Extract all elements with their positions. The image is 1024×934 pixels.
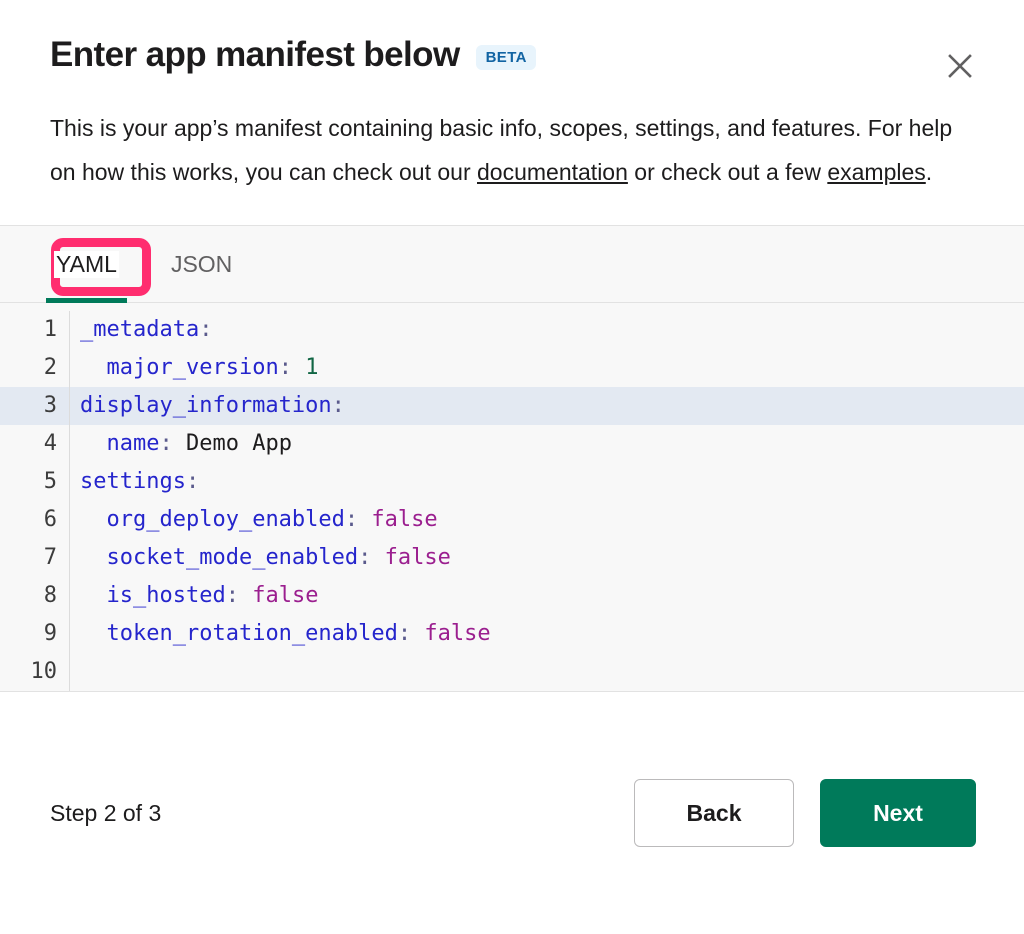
code-token-key: token_rotation_enabled [106,621,398,646]
code-line-text: org_deploy_enabled: false [70,501,1024,539]
code-line[interactable]: 8 is_hosted: false [0,577,1024,615]
line-number: 5 [0,463,70,501]
modal-description: This is your app’s manifest containing b… [0,106,1024,194]
code-token-key: major_version [106,355,279,380]
line-number: 2 [0,349,70,387]
code-token-punct: : [159,431,186,456]
line-number: 7 [0,539,70,577]
code-token-key: settings [80,469,186,494]
code-line-text: _metadata: [70,311,1024,349]
page-title: Enter app manifest below [50,35,460,74]
tab-json-label: JSON [170,250,233,277]
code-token-num: 1 [305,355,319,380]
code-token-key: socket_mode_enabled [106,545,359,570]
code-line-text: settings: [70,463,1024,501]
close-icon [947,53,973,79]
line-number: 3 [0,387,70,425]
code-token-str [80,621,107,646]
title-row: Enter app manifest below BETA [50,34,974,76]
code-line[interactable]: 7 socket_mode_enabled: false [0,539,1024,577]
code-line-text: socket_mode_enabled: false [70,539,1024,577]
format-tabbar: YAML JSON [0,225,1024,303]
code-line[interactable]: 5 settings: [0,463,1024,501]
code-line-text: name: Demo App [70,425,1024,463]
code-token-punct: : [331,393,345,418]
code-token-key: display_information [80,393,332,418]
code-token-key: org_deploy_enabled [106,507,345,532]
line-number: 1 [0,311,70,349]
modal-footer: Step 2 of 3 Back Next [0,692,1024,934]
code-line-text: token_rotation_enabled: false [70,615,1024,653]
code-line[interactable]: 1 _metadata: [0,311,1024,349]
code-token-punct: : [185,469,200,494]
description-text-2: or check out a few [627,159,828,185]
line-number: 10 [0,653,70,691]
back-button[interactable]: Back [634,779,794,847]
tab-yaml-label: YAML [54,250,119,278]
code-token-punct: : [397,621,425,646]
code-line[interactable]: 3 display_information: [0,387,1024,425]
footer-actions: Back Next [634,779,976,847]
close-button[interactable] [942,48,978,84]
line-number: 6 [0,501,70,539]
next-button[interactable]: Next [820,779,976,847]
code-token-str [80,355,107,380]
code-line-text: display_information: [70,387,1024,425]
examples-link[interactable]: examples [827,159,925,185]
code-token-key: is_hosted [106,583,226,608]
code-token-bool: false [384,545,451,570]
code-token-punct: : [358,545,385,570]
code-line[interactable]: 6 org_deploy_enabled: false [0,501,1024,539]
app-manifest-modal: Enter app manifest below BETA This is yo… [0,0,1024,934]
tab-json[interactable]: JSON [167,226,236,302]
code-token-bool: false [252,583,319,608]
line-number: 8 [0,577,70,615]
code-line[interactable]: 2 major_version: 1 [0,349,1024,387]
code-line[interactable]: 9 token_rotation_enabled: false [0,615,1024,653]
code-token-key: _metadata [80,317,200,342]
documentation-link[interactable]: documentation [477,159,628,185]
code-line-text: major_version: 1 [70,349,1024,387]
code-token-str [80,545,107,570]
line-number: 9 [0,615,70,653]
code-token-punct: : [225,583,253,608]
code-token-punct: : [278,355,306,380]
code-token-punct: : [344,507,372,532]
code-token-str [80,431,107,456]
code-token-punct: : [199,317,213,342]
code-token-key: name [106,431,160,456]
code-token-str: Demo App [185,431,292,456]
code-line[interactable]: 4 name: Demo App [0,425,1024,463]
code-token-str [80,583,107,608]
step-indicator: Step 2 of 3 [50,799,162,826]
code-line[interactable]: 10 [0,653,1024,691]
code-token-bool: false [424,621,491,646]
modal-header: Enter app manifest below BETA [0,0,1024,78]
code-token-bool: false [371,507,438,532]
line-number: 4 [0,425,70,463]
beta-badge: BETA [475,44,536,70]
code-line-text: is_hosted: false [70,577,1024,615]
manifest-code-editor[interactable]: 1 _metadata: 2 major_version: 1 3 display_in… [0,303,1024,692]
description-text-3: . [925,159,933,185]
tab-yaml[interactable]: YAML [46,226,127,303]
code-token-str [80,507,107,532]
